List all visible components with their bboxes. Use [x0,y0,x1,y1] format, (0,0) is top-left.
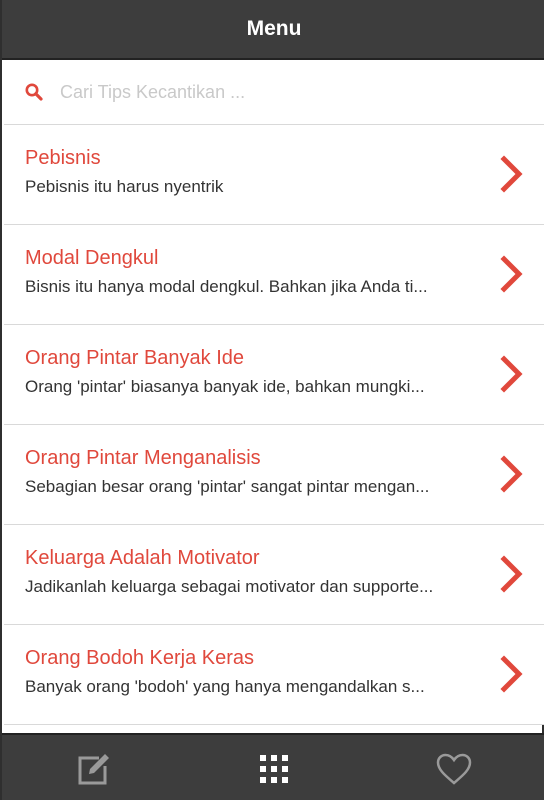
tab-grid[interactable] [184,735,364,802]
list-item[interactable]: Orang Bodoh Kerja Keras Banyak orang 'bo… [4,625,544,725]
list-item-title: Orang Bodoh Kerja Keras [25,647,255,669]
list-item[interactable]: Modal Dengkul Bisnis itu hanya modal den… [4,225,544,325]
list-item[interactable]: Pebisnis Pebisnis itu harus nyentrik [4,125,544,225]
list-item-description: Orang 'pintar' biasanya banyak ide, bahk… [25,377,425,396]
grid-icon [260,754,288,783]
list-item[interactable]: Keluarga Adalah Motivator Jadikanlah kel… [4,525,544,625]
list-item-title: Keluarga Adalah Motivator [25,547,260,569]
chevron-right-icon [500,255,523,293]
search-input[interactable] [60,74,520,110]
app-frame: Menu Pebisnis Pebisnis itu harus nyentri… [0,0,544,800]
search-icon [25,83,43,101]
list-item-title: Orang Pintar Banyak Ide [25,347,245,369]
heart-icon [436,753,472,785]
header-bar: Menu [2,0,544,60]
chevron-right-icon [500,355,523,393]
list-item-description: Pebisnis itu harus nyentrik [25,177,224,196]
list-item-title: Orang Pintar Menganalisis [25,447,261,469]
chevron-right-icon [500,455,523,493]
list-item[interactable]: Orang Pintar Banyak Ide Orang 'pintar' b… [4,325,544,425]
list-item-description: Sebagian besar orang 'pintar' sangat pin… [25,477,430,496]
search-bar [4,60,544,125]
tips-list: Pebisnis Pebisnis itu harus nyentrik Mod… [4,125,544,725]
list-item-title: Pebisnis [25,147,101,169]
edit-icon [78,753,109,784]
list-item-title: Modal Dengkul [25,247,159,269]
chevron-right-icon [500,655,523,693]
list-item-description: Banyak orang 'bodoh' yang hanya menganda… [25,677,425,696]
list-item[interactable]: Orang Pintar Menganalisis Sebagian besar… [4,425,544,525]
chevron-right-icon [500,555,523,593]
page-title: Menu [246,17,302,40]
bottom-tab-bar [2,733,544,800]
tab-favorites[interactable] [364,735,544,802]
chevron-right-icon [500,155,523,193]
tab-edit[interactable] [4,735,184,802]
list-item-description: Jadikanlah keluarga sebagai motivator da… [25,577,434,596]
list-item-description: Bisnis itu hanya modal dengkul. Bahkan j… [25,277,428,296]
